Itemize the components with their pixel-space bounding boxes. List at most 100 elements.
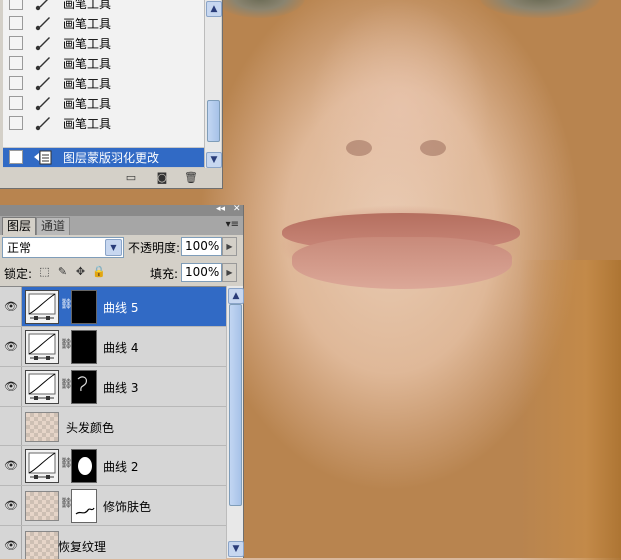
layer-row-hair-color[interactable]: 头发颜色 xyxy=(0,407,226,446)
layer-mask-thumbnail[interactable] xyxy=(71,330,97,364)
history-source-checkbox[interactable] xyxy=(9,76,23,90)
eye-icon[interactable]: 👁 xyxy=(4,340,18,353)
history-source-checkbox[interactable] xyxy=(9,56,23,70)
history-source-checkbox[interactable] xyxy=(9,36,23,50)
layer-name: 曲线 5 xyxy=(103,301,139,315)
curves-adjustment-thumbnail[interactable] xyxy=(25,330,59,364)
link-icon[interactable]: ⛓ xyxy=(60,299,73,313)
layers-scrollbar[interactable]: ▲ ▼ xyxy=(226,286,244,558)
opacity-slider-arrow-icon[interactable]: ▶ xyxy=(222,237,237,256)
layer-thumbnail[interactable] xyxy=(25,491,59,521)
history-source-checkbox[interactable] xyxy=(9,116,23,130)
panel-menu-icon[interactable]: ▾≡ xyxy=(226,219,239,230)
curves-adjustment-thumbnail[interactable] xyxy=(25,370,59,404)
history-item[interactable]: 画笔工具 xyxy=(3,73,204,94)
layer-name: 曲线 3 xyxy=(103,381,139,395)
layer-row-curves-5[interactable]: 👁 ⛓ 曲线 5 xyxy=(0,287,226,327)
layer-name: 恢复纹理 xyxy=(58,540,107,554)
layers-scroll-thumb[interactable] xyxy=(229,304,242,506)
visibility-toggle[interactable]: 👁 xyxy=(0,287,22,326)
layer-mask-thumbnail[interactable] xyxy=(71,449,97,483)
eye-icon[interactable]: 👁 xyxy=(4,380,18,393)
scroll-down-arrow-icon[interactable]: ▼ xyxy=(206,152,222,168)
fill-input[interactable]: 100% xyxy=(181,263,222,282)
layer-name: 曲线 4 xyxy=(103,341,139,355)
link-icon[interactable]: ⛓ xyxy=(60,379,73,393)
history-item[interactable]: 画笔工具 xyxy=(3,0,204,14)
history-item[interactable]: 画笔工具 xyxy=(3,113,204,134)
history-source-checkbox[interactable] xyxy=(9,150,23,164)
blend-mode-select[interactable]: 正常 ▼ xyxy=(2,237,124,258)
layer-mask-thumbnail[interactable] xyxy=(71,290,97,324)
brush-icon xyxy=(34,75,52,91)
scroll-up-arrow-icon[interactable]: ▲ xyxy=(206,1,222,17)
visibility-toggle[interactable]: 👁 xyxy=(0,367,22,406)
layer-thumbnail[interactable] xyxy=(25,531,59,559)
chevron-down-icon[interactable]: ▼ xyxy=(105,239,122,256)
visibility-toggle[interactable]: 👁 xyxy=(0,486,22,525)
new-document-from-state-icon[interactable]: ▭ xyxy=(124,171,138,184)
visibility-toggle[interactable]: 👁 xyxy=(0,327,22,366)
eye-icon[interactable]: 👁 xyxy=(4,459,18,472)
layer-row-curves-3[interactable]: 👁 ⛓ 曲线 3 xyxy=(0,367,226,407)
brush-icon xyxy=(34,35,52,51)
layer-thumbnail[interactable] xyxy=(25,412,59,442)
history-item[interactable]: 画笔工具 xyxy=(3,53,204,74)
link-icon[interactable]: ⛓ xyxy=(60,458,73,472)
layer-mask-thumbnail[interactable] xyxy=(71,489,97,523)
visibility-toggle[interactable]: 👁 xyxy=(0,526,22,559)
link-icon[interactable]: ⛓ xyxy=(60,498,73,512)
lock-all-icon[interactable]: 🔒 xyxy=(92,265,106,278)
layer-name: 头发颜色 xyxy=(66,421,115,435)
history-source-checkbox[interactable] xyxy=(9,96,23,110)
history-item[interactable]: 画笔工具 xyxy=(3,93,204,114)
lock-image-pixels-icon[interactable]: ✎ xyxy=(56,265,69,278)
history-footer: ▭ ◙ 🗑 xyxy=(0,168,222,188)
lock-transparent-pixels-icon[interactable]: ⬚ xyxy=(38,265,51,278)
layer-row-curves-2[interactable]: 👁 ⛓ 曲线 2 xyxy=(0,446,226,486)
trash-icon[interactable]: 🗑 xyxy=(184,171,198,184)
scroll-down-arrow-icon[interactable]: ▼ xyxy=(228,541,244,557)
tab-channels[interactable]: 通道 xyxy=(36,217,71,235)
layer-row-curves-4[interactable]: 👁 ⛓ 曲线 4 xyxy=(0,327,226,367)
history-scrollbar[interactable]: ▲ ▼ xyxy=(204,0,222,168)
tab-layers[interactable]: 图层 xyxy=(2,217,37,235)
layer-row-skin-retouch[interactable]: 👁 ⛓ 修饰肤色 xyxy=(0,486,226,526)
eye-icon[interactable]: 👁 xyxy=(4,300,18,313)
lock-row: 锁定: ⬚ ✎ ✥ 🔒 填充: 100% ▶ xyxy=(0,262,243,284)
curves-adjustment-thumbnail[interactable] xyxy=(25,449,59,483)
eye-icon[interactable]: 👁 xyxy=(4,539,18,552)
curves-adjustment-thumbnail[interactable] xyxy=(25,290,59,324)
close-icon[interactable]: ✕ xyxy=(233,204,241,214)
history-source-checkbox[interactable] xyxy=(9,16,23,30)
fill-label: 填充: xyxy=(150,267,179,281)
layer-mask-thumbnail[interactable] xyxy=(71,370,97,404)
layer-row-restore-texture[interactable]: 👁 恢复纹理 xyxy=(0,526,226,559)
photo-eye-right xyxy=(480,0,600,18)
blend-row: 正常 ▼ 不透明度: 100% ▶ xyxy=(0,235,243,259)
history-item-active[interactable]: 图层蒙版羽化更改 xyxy=(3,147,204,168)
history-item-label: 画笔工具 xyxy=(63,77,112,91)
history-scroll-thumb[interactable] xyxy=(207,100,220,142)
history-item[interactable]: 画笔工具 xyxy=(3,33,204,54)
layers-panel: ◂◂ ✕ 图层 通道 ▾≡ 正常 ▼ 不透明度: 100% ▶ 锁定: ⬚ ✎ … xyxy=(0,204,244,559)
mask-feather-icon xyxy=(34,149,52,165)
lock-position-icon[interactable]: ✥ xyxy=(74,265,87,278)
opacity-input[interactable]: 100% xyxy=(181,237,222,256)
history-list: 画笔工具 画笔工具 画笔工具 画笔工具 画笔工具 画笔工具 画笔工具 图层蒙版羽… xyxy=(3,0,204,168)
scroll-up-arrow-icon[interactable]: ▲ xyxy=(228,288,244,304)
link-icon[interactable]: ⛓ xyxy=(60,339,73,353)
photo-nostril-right xyxy=(420,140,446,156)
visibility-toggle[interactable] xyxy=(0,407,22,445)
collapse-panel-icon[interactable]: ◂◂ xyxy=(216,204,225,214)
blend-mode-value: 正常 xyxy=(7,241,32,255)
new-snapshot-icon[interactable]: ◙ xyxy=(155,171,169,184)
brush-icon xyxy=(34,95,52,111)
eye-icon[interactable]: 👁 xyxy=(4,499,18,512)
fill-slider-arrow-icon[interactable]: ▶ xyxy=(222,263,237,282)
history-item[interactable]: 画笔工具 xyxy=(3,13,204,34)
history-item-label: 画笔工具 xyxy=(63,97,112,111)
visibility-toggle[interactable]: 👁 xyxy=(0,446,22,485)
panel-titlebar[interactable]: ◂◂ ✕ xyxy=(0,204,243,216)
history-source-checkbox[interactable] xyxy=(9,0,23,10)
